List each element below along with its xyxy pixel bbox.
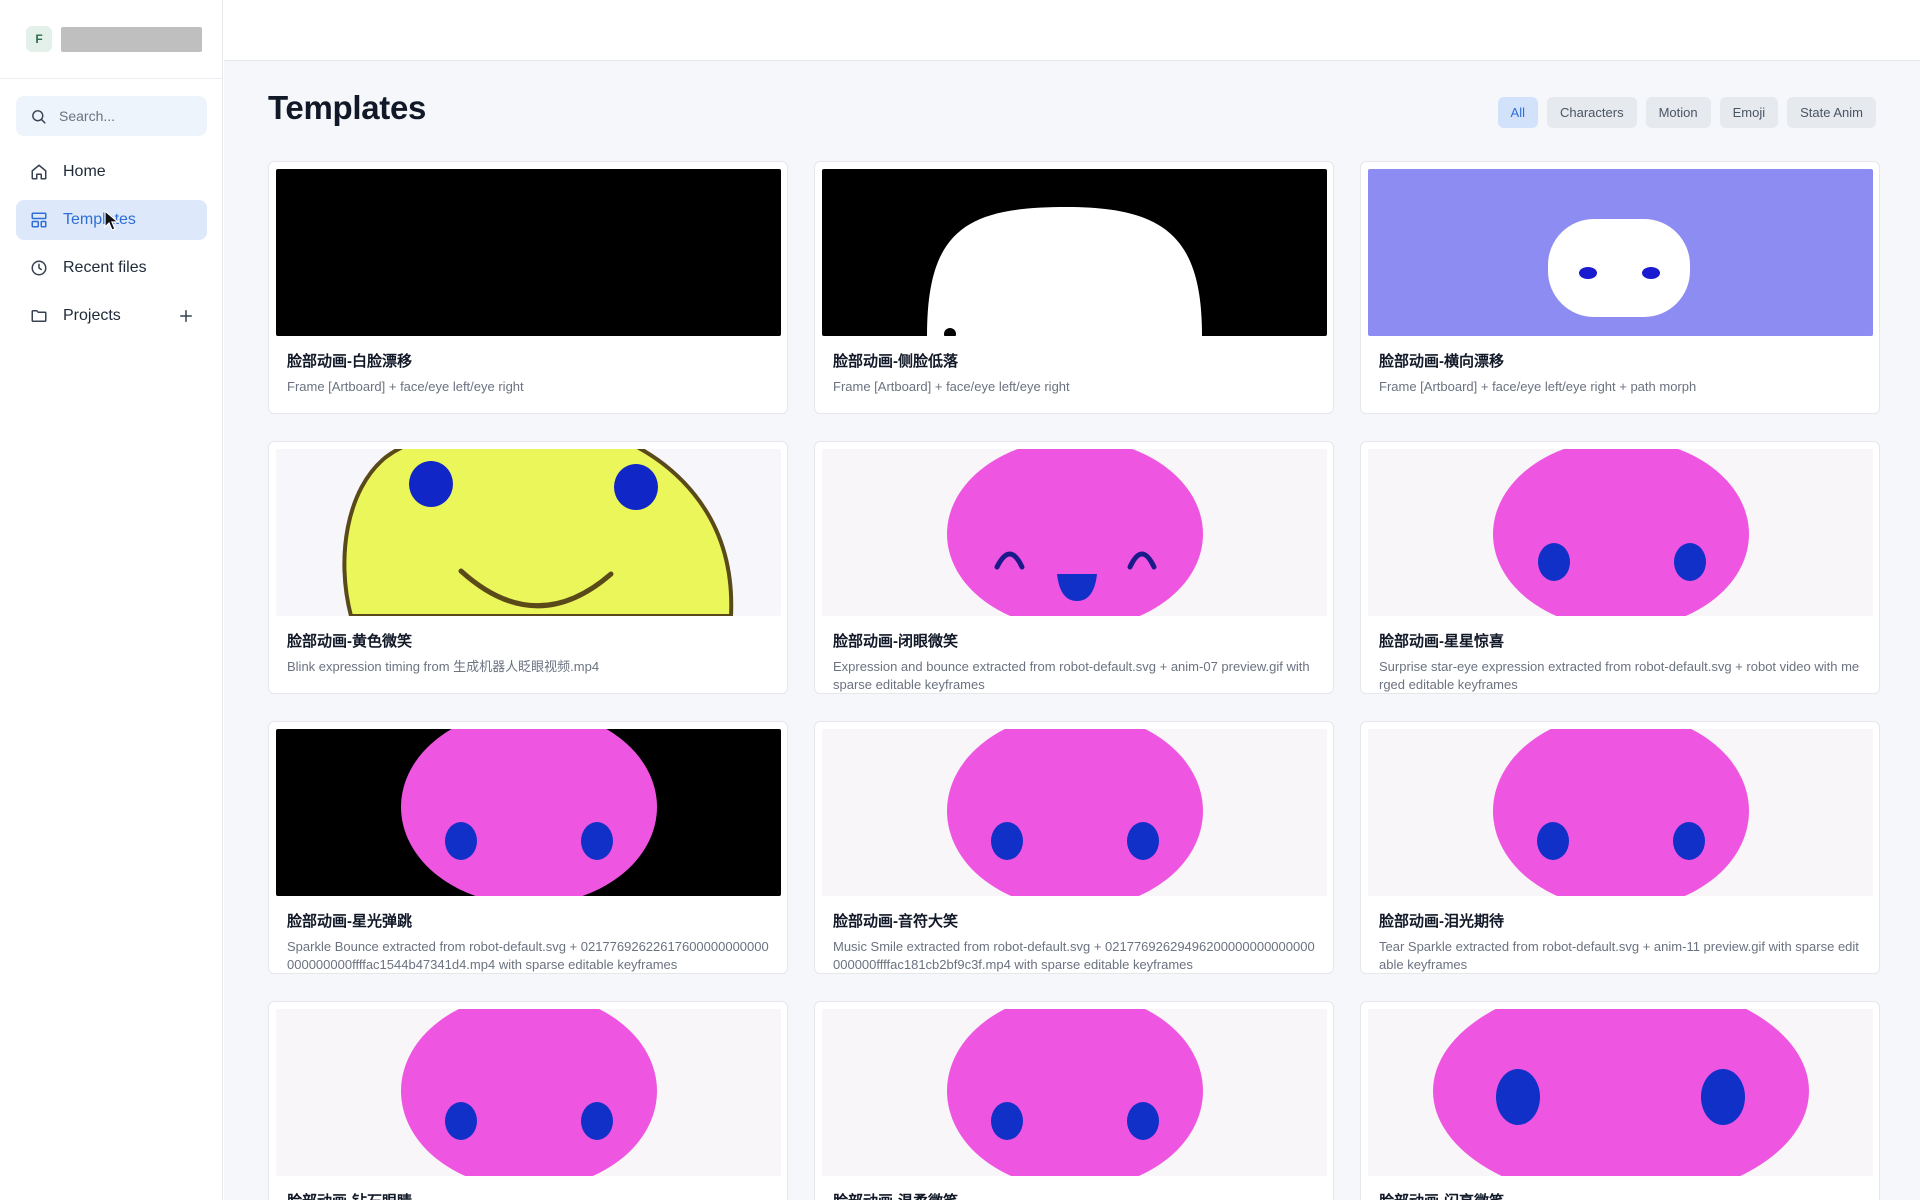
template-thumbnail — [822, 729, 1327, 896]
template-title: 脸部动画-闭眼微笑 — [833, 633, 958, 650]
template-card[interactable]: 脸部动画-闭眼微笑 Expression and bounce extracte… — [814, 441, 1334, 694]
template-thumbnail — [822, 1009, 1327, 1176]
template-title: 脸部动画-温柔微笑 — [833, 1190, 1326, 1200]
filter-motion[interactable]: Motion — [1645, 97, 1711, 128]
workspace-logo: F — [26, 26, 52, 52]
clock-icon — [31, 260, 47, 276]
template-title: 脸部动画-音符大笑 — [833, 913, 958, 930]
template-title: 脸部动画-侧脸低落 — [833, 353, 958, 370]
sidebar-nav: Home Templates Recent files Projects — [16, 152, 207, 344]
filter-emoji[interactable]: Emoji — [1719, 97, 1779, 128]
add-project-icon[interactable] — [177, 307, 195, 325]
template-title: 脸部动画-星光弹跳 — [287, 913, 412, 930]
sidebar-item-label: Recent files — [63, 259, 147, 276]
sidebar-item-home[interactable]: Home — [16, 152, 207, 192]
sidebar: F Home Templates Recent files Projects — [0, 0, 223, 1200]
home-icon — [31, 164, 47, 180]
template-card[interactable]: 脸部动画-温柔微笑 — [814, 1001, 1334, 1200]
template-title: 脸部动画-黄色微笑 — [287, 633, 412, 650]
template-title: 脸部动画-白脸漂移 — [287, 353, 412, 370]
folder-icon — [31, 310, 47, 322]
template-card[interactable]: 脸部动画-黄色微笑 Blink expression timing from 生… — [268, 441, 788, 694]
template-title: 脸部动画-钻石眼睛 — [287, 1190, 780, 1200]
template-title: 脸部动画-横向漂移 — [1379, 353, 1504, 370]
sidebar-item-label: Projects — [63, 307, 121, 324]
template-description: Frame [Artboard] + face/eye left/eye rig… — [287, 379, 524, 394]
sidebar-item-recent-files[interactable]: Recent files — [16, 248, 207, 288]
filter-all[interactable]: All — [1497, 97, 1538, 128]
template-thumbnail — [1368, 169, 1873, 336]
template-description: Frame [Artboard] + face/eye left/eye rig… — [833, 379, 1070, 394]
template-description: Tear Sparkle extracted from robot-defaul… — [1379, 939, 1859, 972]
workspace-name-redacted — [61, 27, 202, 52]
template-card[interactable]: 脸部动画-侧脸低落 Frame [Artboard] + face/eye le… — [814, 161, 1334, 414]
top-bar — [224, 0, 1920, 61]
template-title: 脸部动画-泪光期待 — [1379, 913, 1504, 930]
template-title: 脸部动画-闪亮微笑 — [1379, 1190, 1872, 1200]
template-card[interactable]: 脸部动画-泪光期待 Tear Sparkle extracted from ro… — [1360, 721, 1880, 974]
template-thumbnail — [1368, 729, 1873, 896]
template-card[interactable]: 脸部动画-星光弹跳 Sparkle Bounce extracted from … — [268, 721, 788, 974]
template-description: Sparkle Bounce extracted from robot-defa… — [287, 939, 769, 972]
template-card[interactable]: 脸部动画-钻石眼睛 — [268, 1001, 788, 1200]
sidebar-item-label: Templates — [63, 211, 136, 228]
filter-characters[interactable]: Characters — [1547, 97, 1637, 128]
template-thumbnail — [822, 449, 1327, 616]
templates-page: Templates All Characters Motion Emoji St… — [224, 61, 1920, 1200]
search-icon — [32, 109, 46, 124]
template-thumbnail — [1368, 1009, 1873, 1176]
search-box[interactable] — [16, 96, 207, 136]
sidebar-item-templates[interactable]: Templates — [16, 200, 207, 240]
template-grid: 脸部动画-白脸漂移 Frame [Artboard] + face/eye le… — [268, 161, 1880, 1200]
template-card[interactable]: 脸部动画-横向漂移 Frame [Artboard] + face/eye le… — [1360, 161, 1880, 414]
template-thumbnail — [276, 169, 781, 336]
template-title: 脸部动画-星星惊喜 — [1379, 633, 1504, 650]
page-title: Templates — [268, 89, 427, 126]
template-description: Surprise star-eye expression extracted f… — [1379, 659, 1860, 692]
template-card[interactable]: 脸部动画-音符大笑 Music Smile extracted from rob… — [814, 721, 1334, 974]
template-card[interactable]: 脸部动画-星星惊喜 Surprise star-eye expression e… — [1360, 441, 1880, 694]
template-thumbnail — [276, 729, 781, 896]
workspace-header[interactable]: F — [0, 0, 222, 79]
template-description: Expression and bounce extracted from rob… — [833, 659, 1310, 692]
template-thumbnail — [276, 1009, 781, 1176]
template-description: Music Smile extracted from robot-default… — [833, 939, 1315, 972]
template-description: Blink expression timing from 生成机器人眨眼视频.m… — [287, 659, 600, 674]
template-thumbnail — [822, 169, 1327, 336]
template-card[interactable]: 脸部动画-白脸漂移 Frame [Artboard] + face/eye le… — [268, 161, 788, 414]
template-thumbnail — [276, 449, 781, 616]
template-card[interactable]: 脸部动画-闪亮微笑 — [1360, 1001, 1880, 1200]
template-description: Frame [Artboard] + face/eye left/eye rig… — [1379, 379, 1697, 394]
search-input[interactable] — [59, 108, 199, 124]
sidebar-item-projects[interactable]: Projects — [16, 296, 207, 336]
filter-state-anim[interactable]: State Anim — [1787, 97, 1876, 128]
template-thumbnail — [1368, 449, 1873, 616]
category-filters: All Characters Motion Emoji State Anim — [1497, 97, 1876, 128]
sidebar-item-label: Home — [63, 163, 106, 180]
layout-template-icon — [31, 212, 47, 228]
